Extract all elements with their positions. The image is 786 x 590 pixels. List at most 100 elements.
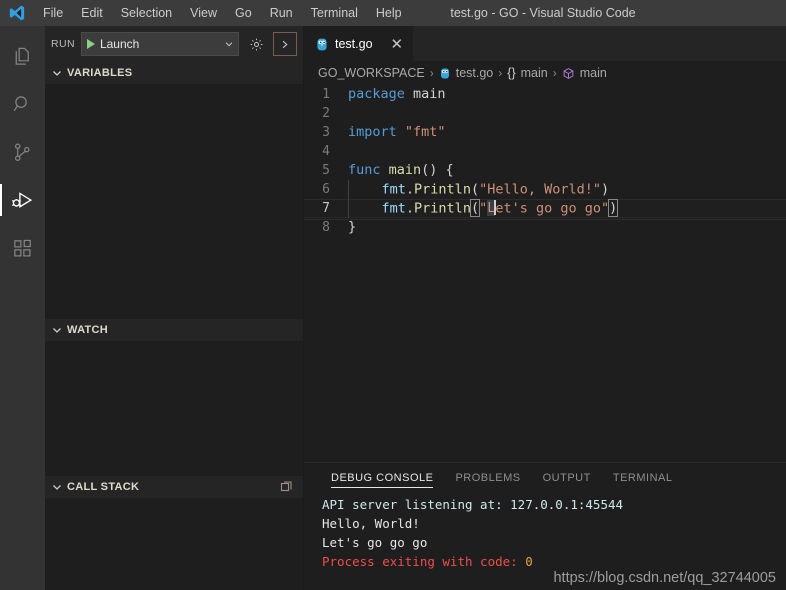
line-content: fmt.Println("Let's go go go"): [347, 198, 786, 219]
search-icon[interactable]: [0, 80, 45, 128]
breadcrumb-item-file[interactable]: test.go: [439, 66, 494, 80]
tab-output[interactable]: OUTPUT: [532, 463, 602, 493]
activity-bar: [0, 26, 45, 590]
line-number: 3: [322, 125, 330, 140]
braces-icon: {}: [507, 66, 516, 80]
source-control-icon[interactable]: [0, 128, 45, 176]
line-number: 2: [322, 106, 330, 121]
console-line-text: Process exiting with code:: [322, 554, 526, 569]
breadcrumb-separator: ›: [498, 66, 503, 80]
section-body-variables[interactable]: [45, 84, 303, 319]
code-editor[interactable]: 1 package main 2 3 import "fmt" 4 5 func…: [304, 85, 786, 462]
close-icon[interactable]: ✕: [379, 37, 404, 52]
run-and-debug-icon[interactable]: [0, 176, 45, 224]
breadcrumb-label: main: [520, 66, 548, 80]
menu-selection[interactable]: Selection: [112, 3, 181, 23]
code-line[interactable]: 8 }: [304, 218, 786, 237]
debug-toolbar: RUN Launch: [45, 26, 303, 62]
section-title-variables: VARIABLES: [67, 67, 133, 79]
section-body-call-stack[interactable]: [45, 498, 303, 590]
tab-test-go[interactable]: test.go ✕: [304, 26, 415, 61]
run-label: RUN: [51, 38, 75, 50]
extensions-icon[interactable]: [0, 224, 45, 272]
section-header-variables[interactable]: VARIABLES: [45, 62, 303, 84]
launch-configuration-value: Launch: [99, 37, 140, 51]
chevron-down-icon: [225, 42, 233, 47]
section-header-watch[interactable]: WATCH: [45, 319, 303, 341]
go-gopher-icon: [440, 67, 449, 79]
menu-run[interactable]: Run: [261, 3, 302, 23]
breadcrumb-item-symbol[interactable]: main: [562, 66, 607, 80]
go-gopher-icon: [317, 38, 327, 50]
multi-window-icon[interactable]: [279, 479, 295, 495]
menu-bar: File Edit Selection View Go Run Terminal…: [34, 3, 411, 23]
section-watch: WATCH: [45, 319, 303, 476]
menu-edit[interactable]: Edit: [72, 3, 112, 23]
editor-area: test.go ✕ GO_WORKSPACE › test.go › {} ma…: [304, 26, 786, 590]
section-call-stack: CALL STACK: [45, 476, 303, 590]
line-content: import "fmt": [348, 124, 446, 140]
menu-view[interactable]: View: [181, 3, 226, 23]
menu-go[interactable]: Go: [226, 3, 261, 23]
debug-console-output[interactable]: API server listening at: 127.0.0.1:45544…: [304, 493, 786, 590]
tab-problems[interactable]: PROBLEMS: [444, 463, 531, 493]
line-number: 6: [322, 182, 330, 197]
code-line[interactable]: 6 fmt.Println("Hello, World!"): [304, 179, 786, 200]
section-header-call-stack[interactable]: CALL STACK: [45, 476, 303, 498]
workbench: RUN Launch VARIABLES WATCH CALL STACK te…: [0, 26, 786, 590]
console-line: API server listening at: 127.0.0.1:45544: [322, 497, 624, 512]
console-line: Process exiting with code: 0: [322, 552, 786, 571]
line-number: 1: [322, 87, 330, 102]
section-title-watch: WATCH: [67, 324, 109, 336]
tab-debug-console[interactable]: DEBUG CONSOLE: [320, 463, 444, 493]
breadcrumb: GO_WORKSPACE › test.go › {} main › main: [304, 61, 786, 85]
section-body-watch[interactable]: [45, 341, 303, 476]
code-line[interactable]: 2: [304, 104, 786, 123]
gear-icon[interactable]: [245, 33, 267, 55]
menu-file[interactable]: File: [34, 3, 72, 23]
line-number: 5: [322, 163, 330, 178]
code-line[interactable]: 1 package main: [304, 85, 786, 104]
menu-terminal[interactable]: Terminal: [302, 3, 367, 23]
code-line[interactable]: 3 import "fmt": [304, 123, 786, 142]
line-number: 7: [322, 201, 330, 216]
title-bar: File Edit Selection View Go Run Terminal…: [0, 0, 786, 26]
line-content: fmt.Println("Hello, World!"): [347, 179, 786, 200]
editor-tabs: test.go ✕: [304, 26, 786, 61]
code-line[interactable]: 5 func main() {: [304, 161, 786, 180]
play-icon[interactable]: [86, 39, 95, 49]
explorer-icon[interactable]: [0, 32, 45, 80]
line-number: 4: [322, 144, 330, 159]
open-debug-console-icon[interactable]: [273, 32, 297, 56]
line-number: 8: [322, 220, 330, 235]
breadcrumb-item-namespace[interactable]: {} main: [507, 66, 547, 80]
menu-help[interactable]: Help: [367, 3, 411, 23]
section-variables: VARIABLES: [45, 62, 303, 319]
chevron-down-icon: [53, 328, 61, 333]
breadcrumb-separator: ›: [429, 66, 434, 80]
breadcrumb-label: GO_WORKSPACE: [318, 66, 425, 80]
bottom-panel: DEBUG CONSOLE PROBLEMS OUTPUT TERMINAL A…: [304, 462, 786, 590]
vscode-window: File Edit Selection View Go Run Terminal…: [0, 0, 786, 590]
launch-configuration-select[interactable]: Launch: [80, 32, 239, 56]
line-content: package main: [348, 86, 446, 102]
section-title-call-stack: CALL STACK: [67, 481, 140, 493]
breadcrumb-item-workspace[interactable]: GO_WORKSPACE: [318, 66, 425, 80]
chevron-down-icon: [53, 485, 61, 490]
console-line: Let's go go go: [322, 535, 428, 550]
tab-label: test.go: [335, 37, 373, 51]
line-content: }: [348, 219, 357, 235]
tabs-empty-space: [414, 26, 786, 61]
console-line: Hello, World!: [322, 516, 420, 531]
vscode-logo-icon: [0, 0, 34, 26]
tab-terminal[interactable]: TERMINAL: [602, 463, 684, 493]
symbol-method-icon: [563, 67, 574, 79]
breadcrumb-separator: ›: [552, 66, 557, 80]
breadcrumb-label: test.go: [455, 66, 494, 80]
run-and-debug-sidebar: RUN Launch VARIABLES WATCH CALL STACK: [45, 26, 304, 590]
line-content: func main() {: [348, 162, 454, 178]
chevron-down-icon: [53, 71, 61, 76]
code-line[interactable]: 4: [304, 142, 786, 161]
code-line-active[interactable]: 7 fmt.Println("Let's go go go"): [304, 198, 786, 220]
exit-code: 0: [525, 554, 533, 569]
